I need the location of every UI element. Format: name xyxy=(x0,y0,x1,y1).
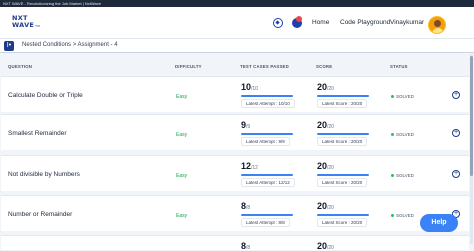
score-progress-bar xyxy=(317,214,369,216)
expand-row-icon[interactable]: + xyxy=(452,170,460,178)
score-count: 20 xyxy=(317,161,328,171)
test-cases-passed: 10/10 xyxy=(241,82,258,92)
latest-attempt: Latest Attempt : 12/12 xyxy=(241,178,295,187)
table-row[interactable]: Number or Remainder Easy 8/8 Latest Atte… xyxy=(1,195,469,231)
test-cases-count: 10 xyxy=(241,82,252,92)
table-header: QUESTION DIFFICULTY TEST CASES PASSED SC… xyxy=(0,61,474,73)
table-row[interactable]: Calculate Double or Triple Easy 10/10 La… xyxy=(1,76,469,112)
test-cases-total: /10 xyxy=(251,86,258,92)
scrollbar-thumb[interactable] xyxy=(470,56,473,176)
logo-suffix: TM xyxy=(35,24,41,28)
test-cases-total: /8 xyxy=(246,245,251,251)
test-cases-passed: 12/12 xyxy=(241,161,258,171)
notification-badge xyxy=(296,16,302,22)
status-badge: SOLVED xyxy=(391,173,414,178)
header-score: SCORE xyxy=(316,64,333,69)
score-progress-bar xyxy=(317,174,369,176)
test-cases-total: /12 xyxy=(251,165,258,171)
test-cases-passed: 9/9 xyxy=(241,120,250,130)
question-title[interactable]: Number or Remainder xyxy=(8,211,72,218)
latest-score: Latest Score : 20/20 xyxy=(317,137,368,146)
score-progress-bar xyxy=(317,133,369,135)
question-title[interactable]: Not divisible by Numbers xyxy=(8,171,80,178)
difficulty-badge: Easy xyxy=(176,132,188,138)
streak-icon[interactable] xyxy=(273,18,283,28)
difficulty-badge: Easy xyxy=(176,173,188,179)
assignment-subheader: I• Nested Conditions > Assignment - 4 xyxy=(0,39,474,53)
question-title[interactable]: Smallest Remainder xyxy=(8,130,67,137)
score-count: 20 xyxy=(317,120,328,130)
difficulty-badge: Easy xyxy=(176,94,188,100)
score-value: 20/20 xyxy=(317,161,334,171)
header-difficulty: DIFFICULTY xyxy=(175,64,202,69)
latest-attempt: Latest Attempt : 10/10 xyxy=(241,99,295,108)
test-cases-total: /9 xyxy=(246,124,251,130)
nav-username[interactable]: Vinaykumar xyxy=(390,19,424,26)
breadcrumb: Nested Conditions > Assignment - 4 xyxy=(22,42,118,48)
window-titlebar: NXT WAVE - Revolutionizing the Job Marke… xyxy=(0,0,474,7)
sidebar-toggle-icon[interactable]: I• xyxy=(4,41,14,51)
table-row[interactable]: Smallest Remainder Easy 9/9 Latest Attem… xyxy=(1,114,469,150)
test-cases-progress-bar xyxy=(241,133,293,135)
score-total: /20 xyxy=(327,245,334,251)
score-value: 20/20 xyxy=(317,82,334,92)
question-title[interactable]: Calculate Double or Triple xyxy=(8,92,83,99)
test-cases-passed: 8/8 xyxy=(241,201,250,211)
top-navbar: NXT WAVE TM Home Code Playground Vinaykum… xyxy=(0,7,474,39)
latest-attempt: Latest Attempt : 8/8 xyxy=(241,218,290,227)
logo-line2: WAVE xyxy=(12,21,35,29)
status-badge: SOLVED xyxy=(391,132,414,137)
score-progress-bar xyxy=(317,95,369,97)
table-row[interactable]: Not divisible by Numbers Easy 12/12 Late… xyxy=(1,155,469,191)
test-cases-count: 12 xyxy=(241,161,252,171)
score-value: 20/20 xyxy=(317,120,334,130)
score-count: 20 xyxy=(317,201,328,211)
score-total: /20 xyxy=(327,165,334,171)
nxtwave-logo[interactable]: NXT WAVE TM xyxy=(12,15,40,30)
window-title: NXT WAVE - Revolutionizing the Job Marke… xyxy=(3,1,101,6)
test-cases-total: /8 xyxy=(246,205,251,211)
expand-row-icon[interactable]: + xyxy=(452,129,460,137)
header-status: STATUS xyxy=(390,64,408,69)
header-question: QUESTION xyxy=(8,64,33,69)
latest-score: Latest Score : 20/20 xyxy=(317,178,368,187)
difficulty-badge: Easy xyxy=(176,213,188,219)
score-total: /20 xyxy=(327,124,334,130)
score-total: /20 xyxy=(327,205,334,211)
test-cases-progress-bar xyxy=(241,174,293,176)
status-badge: SOLVED xyxy=(391,94,414,99)
table-row[interactable]: 8/8 20/20 xyxy=(1,235,469,251)
latest-score: Latest Score : 20/20 xyxy=(317,99,368,108)
score-count: 20 xyxy=(317,82,328,92)
header-test-cases: TEST CASES PASSED xyxy=(240,64,289,69)
help-button[interactable]: Help xyxy=(420,214,458,232)
test-cases-progress-bar xyxy=(241,95,293,97)
status-badge: SOLVED xyxy=(391,213,414,218)
nav-home-link[interactable]: Home xyxy=(312,19,329,26)
nav-code-playground-link[interactable]: Code Playground xyxy=(340,19,390,26)
expand-row-icon[interactable]: + xyxy=(452,91,460,99)
score-value: 20/20 xyxy=(317,201,334,211)
latest-attempt: Latest Attempt : 9/9 xyxy=(241,137,290,146)
latest-score: Latest Score : 20/20 xyxy=(317,218,368,227)
test-cases-progress-bar xyxy=(241,214,293,216)
avatar[interactable] xyxy=(428,16,446,34)
score-total: /20 xyxy=(327,86,334,92)
